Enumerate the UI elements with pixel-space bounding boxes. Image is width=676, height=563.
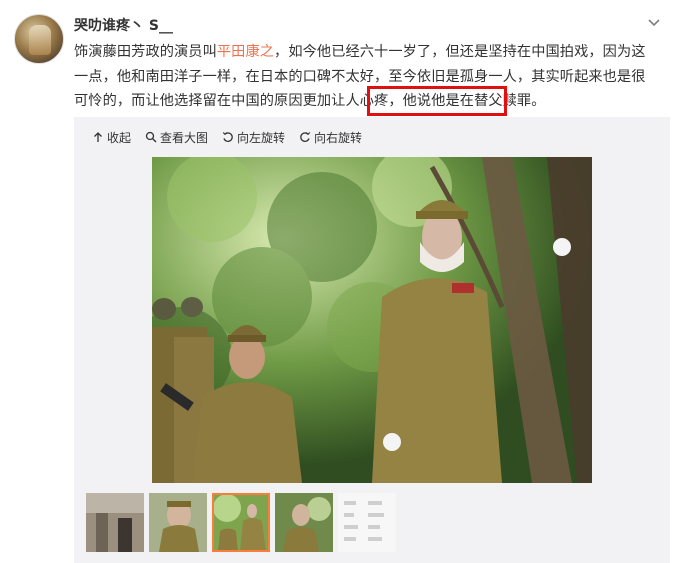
rotate-left-label: 向左旋转 — [237, 130, 286, 145]
rotate-right-button[interactable]: 向右旋转 — [299, 129, 362, 146]
main-photo[interactable] — [152, 157, 592, 483]
chevron-down-icon[interactable] — [646, 14, 662, 30]
rotate-right-label: 向右旋转 — [314, 130, 363, 145]
thumb-line — [344, 537, 356, 541]
thumbnail-2[interactable] — [149, 493, 207, 552]
post-text-part1: 饰演藤田芳政的演员叫 — [74, 44, 217, 60]
thumbnail-5[interactable] — [338, 493, 396, 552]
thumb-line — [344, 501, 356, 505]
thumbnail-4-image — [275, 493, 333, 552]
forest-soldiers-photo — [152, 157, 592, 483]
media-panel: 收起 查看大图 向左旋转 向右旋转 — [74, 117, 670, 563]
thumbnail-3[interactable] — [212, 493, 270, 552]
view-large-button[interactable]: 查看大图 — [145, 129, 208, 146]
rotate-left-icon — [222, 132, 233, 142]
thumbnail-4[interactable] — [275, 493, 333, 552]
rotate-right-icon — [300, 132, 311, 142]
media-toolbar: 收起 查看大图 向左旋转 向右旋转 — [92, 127, 362, 147]
thumb-line — [368, 525, 380, 529]
thumbnail-3-image — [212, 493, 270, 552]
username[interactable]: 哭叻谁疼丶 S__ — [74, 15, 173, 35]
thumbnail-strip — [86, 493, 396, 552]
collapse-button[interactable]: 收起 — [92, 129, 131, 146]
rotate-left-button[interactable]: 向左旋转 — [222, 129, 285, 146]
thumbnail-1-image — [86, 493, 144, 552]
avatar[interactable] — [14, 14, 64, 64]
post-text: 饰演藤田芳政的演员叫平田康之，如今他已经六十一岁了，但还是坚持在中国拍戏，因为这… — [74, 40, 658, 114]
thumb-line — [368, 513, 384, 517]
collapse-label: 收起 — [107, 130, 132, 145]
highlight-annotation — [367, 86, 507, 116]
view-large-label: 查看大图 — [160, 130, 209, 145]
thumbnail-2-image — [149, 493, 207, 552]
thumb-line — [368, 501, 382, 505]
thumb-line — [368, 537, 382, 541]
search-icon — [145, 131, 157, 143]
arrow-up-icon — [94, 132, 102, 142]
mention-link[interactable]: 平田康之 — [217, 44, 274, 60]
thumbnail-1[interactable] — [86, 493, 144, 552]
thumb-line — [344, 525, 358, 529]
thumb-line — [344, 513, 354, 517]
